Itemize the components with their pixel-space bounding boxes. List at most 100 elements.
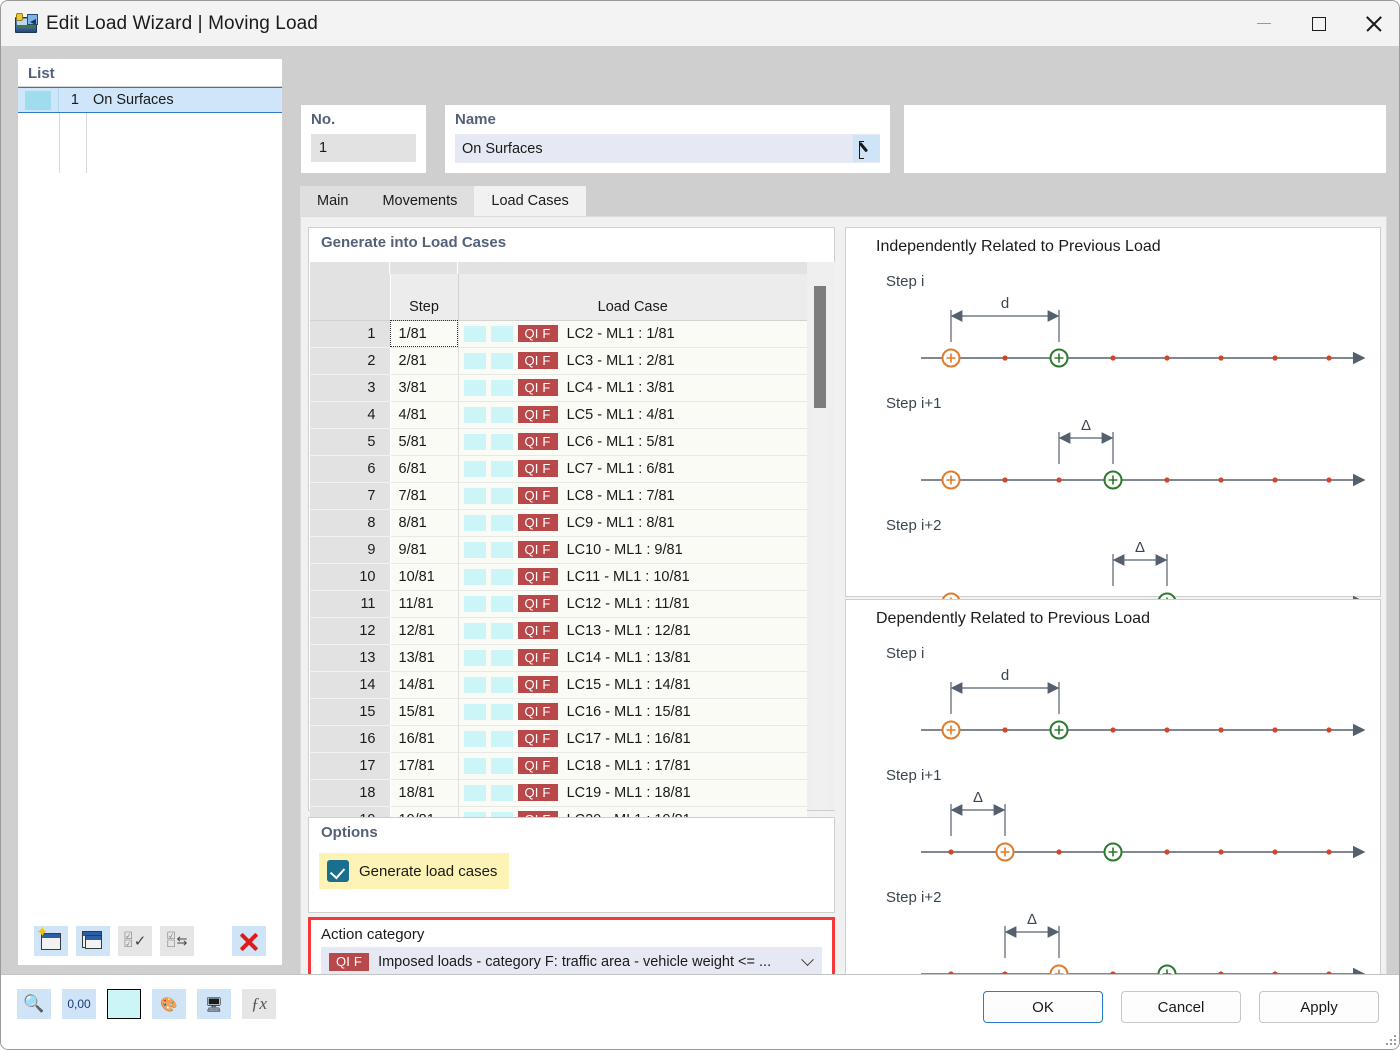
table-row[interactable]: 99/81QI FLC10 - ML1 : 9/81 <box>310 536 807 563</box>
table-row[interactable]: 1212/81QI FLC13 - ML1 : 12/81 <box>310 617 807 644</box>
row-load-case-cell[interactable]: QI FLC9 - ML1 : 8/81 <box>458 509 807 536</box>
units-icon[interactable]: 0,00 <box>62 989 96 1019</box>
table-scrollbar-thumb[interactable] <box>814 286 826 408</box>
row-step-cell[interactable]: 14/81 <box>390 671 458 698</box>
select-all-icon[interactable]: ☑☑ ✓ <box>118 926 152 956</box>
row-step-cell[interactable]: 7/81 <box>390 482 458 509</box>
table-row[interactable]: 1616/81QI FLC17 - ML1 : 16/81 <box>310 725 807 752</box>
column-header-step[interactable]: Step <box>390 274 458 320</box>
list-item[interactable]: 1 On Surfaces <box>18 87 282 113</box>
invert-selection-icon[interactable]: ☑☐ ⇆ <box>160 926 194 956</box>
row-step-cell[interactable]: 15/81 <box>390 698 458 725</box>
minimize-button[interactable] <box>1236 1 1291 46</box>
table-row[interactable]: 77/81QI FLC8 - ML1 : 7/81 <box>310 482 807 509</box>
row-load-case-cell[interactable]: QI FLC14 - ML1 : 13/81 <box>458 644 807 671</box>
tab-load-cases[interactable]: Load Cases <box>474 186 585 216</box>
color-swatch-icon[interactable] <box>107 989 141 1019</box>
row-number: 11 <box>310 590 390 617</box>
row-load-case-cell[interactable]: QI FLC8 - ML1 : 7/81 <box>458 482 807 509</box>
tick-dot <box>1272 355 1277 360</box>
row-step-cell[interactable]: 5/81 <box>390 428 458 455</box>
resize-grip[interactable] <box>1386 1035 1396 1045</box>
formula-icon[interactable]: ƒx <box>242 989 276 1019</box>
table-row[interactable]: 66/81QI FLC7 - ML1 : 6/81 <box>310 455 807 482</box>
ok-button[interactable]: OK <box>983 991 1103 1023</box>
row-load-case-cell[interactable]: QI FLC10 - ML1 : 9/81 <box>458 536 807 563</box>
row-step-cell[interactable]: 3/81 <box>390 374 458 401</box>
table-row[interactable]: 1818/81QI FLC19 - ML1 : 18/81 <box>310 779 807 806</box>
close-button[interactable] <box>1346 1 1400 46</box>
row-step-cell[interactable]: 4/81 <box>390 401 458 428</box>
table-row[interactable]: 1717/81QI FLC18 - ML1 : 17/81 <box>310 752 807 779</box>
copy-item-icon[interactable] <box>76 926 110 956</box>
apply-button[interactable]: Apply <box>1259 991 1379 1023</box>
row-step-cell[interactable]: 11/81 <box>390 590 458 617</box>
row-step-cell[interactable]: 9/81 <box>390 536 458 563</box>
generate-into-load-cases-group: Generate into Load Cases Step Load Case <box>308 227 835 811</box>
table-row[interactable]: 1515/81QI FLC16 - ML1 : 15/81 <box>310 698 807 725</box>
table-row[interactable]: 1313/81QI FLC14 - ML1 : 13/81 <box>310 644 807 671</box>
independently-related-diagram-group: Independently Related to Previous Load S… <box>845 227 1381 597</box>
table-row[interactable]: 1010/81QI FLC11 - ML1 : 10/81 <box>310 563 807 590</box>
row-step-cell[interactable]: 10/81 <box>390 563 458 590</box>
row-load-case-cell[interactable]: QI FLC16 - ML1 : 15/81 <box>458 698 807 725</box>
display-properties-icon[interactable]: 🎨 <box>152 989 186 1019</box>
table-row[interactable]: 22/81QI FLC3 - ML1 : 2/81 <box>310 347 807 374</box>
row-step-cell[interactable]: 16/81 <box>390 725 458 752</box>
help-icon[interactable]: 🔍 <box>17 989 51 1019</box>
row-load-case-cell[interactable]: QI FLC19 - ML1 : 18/81 <box>458 779 807 806</box>
row-load-case-cell[interactable]: QI FLC12 - ML1 : 11/81 <box>458 590 807 617</box>
row-load-case-cell[interactable]: QI FLC11 - ML1 : 10/81 <box>458 563 807 590</box>
row-load-case-cell[interactable]: QI FLC5 - ML1 : 4/81 <box>458 401 807 428</box>
row-step-cell[interactable]: 6/81 <box>390 455 458 482</box>
row-color-swatch-b <box>491 326 513 342</box>
tab-movements[interactable]: Movements <box>365 186 474 216</box>
table-row[interactable]: 1111/81QI FLC12 - ML1 : 11/81 <box>310 590 807 617</box>
visual-view-icon[interactable]: 🖥 <box>197 989 231 1019</box>
chevron-down-icon[interactable] <box>796 958 818 967</box>
row-step-cell[interactable]: 17/81 <box>390 752 458 779</box>
tick-dot <box>1326 355 1331 360</box>
table-row[interactable]: 55/81QI FLC6 - ML1 : 5/81 <box>310 428 807 455</box>
cancel-button[interactable]: Cancel <box>1121 991 1241 1023</box>
row-load-case-cell[interactable]: QI FLC15 - ML1 : 14/81 <box>458 671 807 698</box>
row-load-case-cell[interactable]: QI FLC4 - ML1 : 3/81 <box>458 374 807 401</box>
row-load-case-cell[interactable]: QI FLC17 - ML1 : 16/81 <box>458 725 807 752</box>
table-row[interactable]: 44/81QI FLC5 - ML1 : 4/81 <box>310 401 807 428</box>
table-row[interactable]: 33/81QI FLC4 - ML1 : 3/81 <box>310 374 807 401</box>
green-load-marker <box>1105 844 1122 861</box>
row-load-case-cell[interactable]: QI FLC3 - ML1 : 2/81 <box>458 347 807 374</box>
row-step-cell[interactable]: 13/81 <box>390 644 458 671</box>
name-edit-button[interactable] <box>853 135 880 162</box>
no-input[interactable]: 1 <box>311 134 416 162</box>
table-row[interactable]: 88/81QI FLC9 - ML1 : 8/81 <box>310 509 807 536</box>
table-row[interactable]: 11/81QI FLC2 - ML1 : 1/81 <box>310 320 807 347</box>
row-load-case-cell[interactable]: QI FLC7 - ML1 : 6/81 <box>458 455 807 482</box>
row-load-case-cell[interactable]: QI FLC18 - ML1 : 17/81 <box>458 752 807 779</box>
name-field-label: Name <box>445 105 890 132</box>
row-step-cell[interactable]: 2/81 <box>390 347 458 374</box>
name-input[interactable]: On Surfaces <box>455 141 853 157</box>
row-load-case-label: LC6 - ML1 : 5/81 <box>563 434 675 450</box>
maximize-button[interactable] <box>1291 1 1346 46</box>
row-load-case-label: LC18 - ML1 : 17/81 <box>563 758 691 774</box>
row-step-cell[interactable]: 18/81 <box>390 779 458 806</box>
action-category-dropdown[interactable]: QI F Imposed loads - category F: traffic… <box>321 947 822 977</box>
row-load-case-cell[interactable]: QI FLC6 - ML1 : 5/81 <box>458 428 807 455</box>
column-header-load-case[interactable]: Load Case <box>458 274 807 320</box>
row-load-case-cell[interactable]: QI FLC2 - ML1 : 1/81 <box>458 320 807 347</box>
row-load-case-cell[interactable]: QI FLC13 - ML1 : 12/81 <box>458 617 807 644</box>
tab-main[interactable]: Main <box>300 186 365 216</box>
generate-load-cases-checkbox[interactable] <box>327 860 349 882</box>
generate-load-cases-row[interactable]: Generate load cases <box>319 853 509 889</box>
row-step-cell[interactable]: 12/81 <box>390 617 458 644</box>
tick-dot <box>1056 849 1061 854</box>
orange-load-marker <box>997 844 1014 861</box>
row-step-cell[interactable]: 8/81 <box>390 509 458 536</box>
table-scrollbar[interactable] <box>813 286 827 810</box>
table-row[interactable]: 1414/81QI FLC15 - ML1 : 14/81 <box>310 671 807 698</box>
new-item-icon[interactable]: ✦ <box>34 926 68 956</box>
delete-item-icon[interactable] <box>232 926 266 956</box>
list-item-color-cell <box>18 88 59 112</box>
row-step-cell[interactable]: 1/81 <box>390 320 458 347</box>
